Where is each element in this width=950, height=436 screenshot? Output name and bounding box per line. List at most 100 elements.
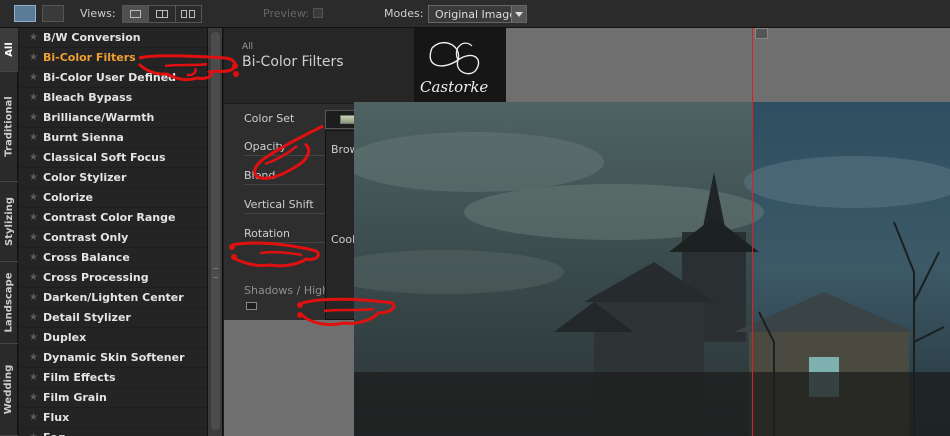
favorite-star-icon[interactable]: ★ [29, 392, 43, 403]
logo-text: Castorke [420, 78, 489, 96]
filter-item[interactable]: ★ Detail Stylizer [19, 308, 207, 328]
favorite-star-icon[interactable]: ★ [29, 172, 43, 183]
filter-item-label: Cross Processing [43, 271, 149, 284]
split-view-icon [155, 10, 168, 18]
favorite-star-icon[interactable]: ★ [29, 312, 43, 323]
filter-browser-icon[interactable] [14, 5, 36, 22]
scrollbar-thumb[interactable] [211, 32, 220, 430]
vertical-shift-slider[interactable] [244, 213, 326, 214]
filter-item-label: Bi-Color Filters [43, 51, 136, 64]
filter-item-label: Duplex [43, 331, 87, 344]
preview-checkbox[interactable] [313, 8, 323, 18]
filter-item[interactable]: ★ Bleach Bypass [19, 88, 207, 108]
favorite-star-icon[interactable]: ★ [29, 152, 43, 163]
favorite-star-icon[interactable]: ★ [29, 272, 43, 283]
shadows-highlights-label: Shadows / Highli [244, 284, 336, 297]
favorite-star-icon[interactable]: ★ [29, 92, 43, 103]
filter-item[interactable]: ★ Duplex [19, 328, 207, 348]
filter-item[interactable]: ★ Film Effects [19, 368, 207, 388]
filter-item-label: Cross Balance [43, 251, 130, 264]
favorite-star-icon[interactable]: ★ [29, 372, 43, 383]
panel-category: All [242, 42, 254, 52]
filter-item-label: Contrast Only [43, 231, 129, 244]
favorite-star-icon[interactable]: ★ [29, 252, 43, 263]
favorite-star-icon[interactable]: ★ [29, 352, 43, 363]
filter-list-scrollbar[interactable] [207, 28, 223, 436]
modes-select-value: Original Image [435, 8, 516, 21]
filter-item-label: Brilliance/Warmth [43, 111, 155, 124]
favorite-star-icon[interactable]: ★ [29, 432, 43, 436]
filter-item-label: Colorize [43, 191, 94, 204]
preview-label: Preview: [263, 7, 309, 20]
filter-item-label: Contrast Color Range [43, 211, 176, 224]
filter-item[interactable]: ★ Contrast Color Range [19, 208, 207, 228]
favorite-star-icon[interactable]: ★ [29, 232, 43, 243]
filter-item[interactable]: ★ Bi-Color User Defined [19, 68, 207, 88]
filter-item-label: B/W Conversion [43, 31, 141, 44]
modes-select[interactable]: Original Image [428, 5, 527, 23]
filter-item-label: Flux [43, 411, 70, 424]
tab-wedding[interactable]: Wedding [0, 344, 18, 436]
side-by-side-view-button[interactable] [176, 6, 201, 22]
filter-item-label: Classical Soft Focus [43, 151, 166, 164]
castorke-logo: Castorke [414, 28, 506, 104]
favorite-star-icon[interactable]: ★ [29, 212, 43, 223]
filter-item-label: Detail Stylizer [43, 311, 131, 324]
list-view-icon[interactable] [42, 5, 64, 22]
blend-slider[interactable] [244, 184, 326, 185]
filter-item-label: Fog [43, 431, 66, 436]
favorite-star-icon[interactable]: ★ [29, 72, 43, 83]
single-view-icon [130, 10, 142, 18]
filter-item[interactable]: ★ Contrast Only [19, 228, 207, 248]
shadows-thumbnail-icon[interactable] [246, 302, 257, 310]
tab-landscape[interactable]: Landscape [0, 262, 18, 344]
filter-item[interactable]: ★ Darken/Lighten Center [19, 288, 207, 308]
favorite-star-icon[interactable]: ★ [29, 192, 43, 203]
tab-stylizing[interactable]: Stylizing [0, 182, 18, 262]
filter-item[interactable]: ★ Colorize [19, 188, 207, 208]
top-toolbar: Views: Preview: Modes: Original Image [0, 0, 950, 28]
favorite-star-icon[interactable]: ★ [29, 112, 43, 123]
favorite-star-icon[interactable]: ★ [29, 292, 43, 303]
tab-all[interactable]: All [0, 28, 18, 72]
filter-item[interactable]: ★ Flux [19, 408, 207, 428]
filter-item[interactable]: ★ Classical Soft Focus [19, 148, 207, 168]
filter-item[interactable]: ★ Film Grain [19, 388, 207, 408]
views-toggle-group [122, 5, 202, 23]
rotation-slider[interactable] [244, 242, 326, 243]
filter-list: ★ B/W Conversion ★ Bi-Color Filters ★ Bi-Colo… [19, 28, 207, 436]
favorite-star-icon[interactable]: ★ [29, 32, 43, 43]
split-view-button[interactable] [149, 6, 176, 22]
favorite-star-icon[interactable]: ★ [29, 132, 43, 143]
single-view-button[interactable] [123, 6, 150, 22]
modes-label: Modes: [384, 7, 424, 20]
filter-item[interactable]: ★ Color Stylizer [19, 168, 207, 188]
favorite-star-icon[interactable]: ★ [29, 332, 43, 343]
split-view-divider[interactable] [752, 28, 753, 436]
opacity-slider[interactable] [244, 155, 326, 156]
filter-item-label: Darken/Lighten Center [43, 291, 184, 304]
rotate-icon[interactable] [755, 28, 768, 39]
tab-traditional[interactable]: Traditional [0, 72, 18, 182]
filter-item[interactable]: ★ Dynamic Skin Softener [19, 348, 207, 368]
color-set-label: Color Set [244, 112, 295, 125]
opacity-label: Opacity [244, 140, 287, 153]
favorite-star-icon[interactable]: ★ [29, 52, 43, 63]
panel-title: Bi-Color Filters [242, 54, 344, 70]
blend-label: Blend [244, 169, 276, 182]
vertical-shift-label: Vertical Shift [244, 198, 314, 211]
filter-item[interactable]: ★ Brilliance/Warmth [19, 108, 207, 128]
favorite-star-icon[interactable]: ★ [29, 412, 43, 423]
filter-item[interactable]: ★ Burnt Sienna [19, 128, 207, 148]
filter-item[interactable]: ★Fog [19, 428, 207, 436]
filter-item-label: Bi-Color User Defined [43, 71, 177, 84]
chevron-down-icon[interactable] [511, 6, 526, 22]
category-tabs: All Traditional Stylizing Landscape Wedd… [0, 28, 18, 436]
filter-item[interactable]: ★ Bi-Color Filters [19, 48, 207, 68]
filter-item[interactable]: ★ Cross Processing [19, 268, 207, 288]
filter-item-label: Dynamic Skin Softener [43, 351, 185, 364]
rotation-label: Rotation [244, 227, 291, 240]
views-label: Views: [80, 7, 116, 20]
filter-item[interactable]: ★ B/W Conversion [19, 28, 207, 48]
filter-item[interactable]: ★ Cross Balance [19, 248, 207, 268]
